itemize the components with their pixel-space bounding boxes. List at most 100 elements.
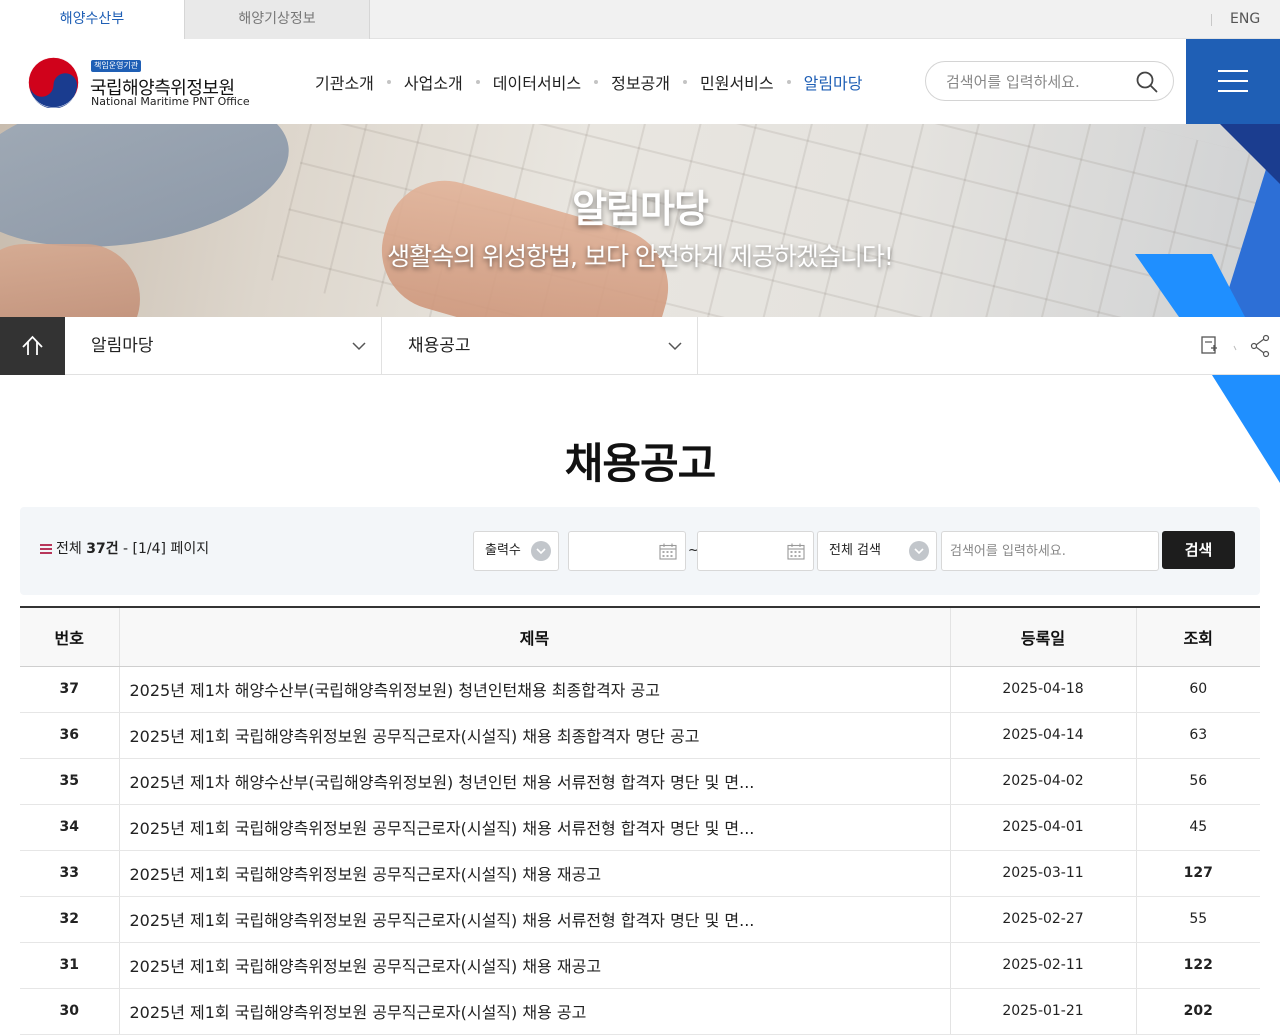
nav-civil-service[interactable]: 민원서비스 xyxy=(685,70,789,94)
row-number: 35 xyxy=(20,758,119,805)
hamburger-icon xyxy=(1218,80,1248,82)
list-icon xyxy=(40,544,52,554)
share-icon[interactable] xyxy=(1250,334,1270,358)
row-title-link[interactable]: 2025년 제1차 해양수산부(국립해양측위정보원) 청년인턴채용 최종합격자 … xyxy=(118,666,950,713)
table-row[interactable]: 37 2025년 제1차 해양수산부(국립해양측위정보원) 청년인턴채용 최종합… xyxy=(20,666,1260,713)
row-number: 36 xyxy=(20,712,119,759)
hero-subtitle: 생활속의 위성항법, 보다 안전하게 제공하겠습니다! xyxy=(387,242,894,271)
column-header-date: 등록일 xyxy=(949,606,1136,667)
nav-disclosure[interactable]: 정보공개 xyxy=(596,70,685,94)
site-header: 책임운영기관 국립해양측위정보원 National Maritime PNT O… xyxy=(0,39,1280,124)
row-date: 2025-02-11 xyxy=(949,942,1136,989)
row-date: 2025-02-27 xyxy=(949,896,1136,943)
total-prefix: 전체 xyxy=(56,541,82,557)
row-hits: 202 xyxy=(1135,988,1260,1035)
nav-business[interactable]: 사업소개 xyxy=(389,70,478,94)
column-header-number: 번호 xyxy=(20,606,119,667)
end-date-field[interactable] xyxy=(697,531,814,571)
row-title-link[interactable]: 2025년 제1회 국립해양측위정보원 공무직근로자(시설직) 채용 재공고 xyxy=(118,942,950,989)
row-hits: 127 xyxy=(1135,850,1260,897)
keyword-field xyxy=(941,531,1159,571)
calendar-icon[interactable] xyxy=(787,543,805,560)
agency-tag: 책임운영기관 xyxy=(91,60,142,72)
page-size-select[interactable]: 출력수 xyxy=(473,531,559,571)
row-number: 30 xyxy=(20,988,119,1035)
breadcrumb-depth2-dropdown[interactable]: 채용공고 xyxy=(382,317,698,375)
row-title-link[interactable]: 2025년 제1차 해양수산부(국립해양측위정보원) 청년인턴 채용 서류전형 … xyxy=(118,758,950,805)
divider xyxy=(1211,14,1212,26)
breadcrumb-depth2-label: 채용공고 xyxy=(408,336,471,356)
row-number: 37 xyxy=(20,666,119,713)
row-title-link[interactable]: 2025년 제1회 국립해양측위정보원 공무직근로자(시설직) 채용 서류전형 … xyxy=(118,896,950,943)
chevron-down-icon xyxy=(668,342,682,351)
table-row[interactable]: 32 2025년 제1회 국립해양측위정보원 공무직근로자(시설직) 채용 서류… xyxy=(20,896,1260,943)
row-date: 2025-04-02 xyxy=(949,758,1136,805)
search-field-select[interactable]: 전체 검색 xyxy=(817,531,937,571)
breadcrumb-depth1-label: 알림마당 xyxy=(91,336,154,356)
row-number: 34 xyxy=(20,804,119,851)
row-number: 32 xyxy=(20,896,119,943)
utility-bar: 해양수산부 해양기상정보 ENG xyxy=(0,0,1280,39)
page-info: - [1/4] 페이지 xyxy=(123,541,210,557)
chevron-down-icon xyxy=(909,541,929,561)
row-date: 2025-04-14 xyxy=(949,712,1136,759)
table-row[interactable]: 35 2025년 제1차 해양수산부(국립해양측위정보원) 청년인턴 채용 서류… xyxy=(20,758,1260,805)
site-logo-english: National Maritime PNT Office xyxy=(91,95,250,108)
header-search xyxy=(925,61,1174,101)
all-menu-button[interactable] xyxy=(1186,39,1280,124)
page-size-label: 출력수 xyxy=(485,543,521,558)
main-navigation: 기관소개 사업소개 데이터서비스 정보공개 민원서비스 알림마당 xyxy=(300,39,878,124)
table-row[interactable]: 34 2025년 제1회 국립해양측위정보원 공무직근로자(시설직) 채용 서류… xyxy=(20,804,1260,851)
row-title-link[interactable]: 2025년 제1회 국립해양측위정보원 공무직근로자(시설직) 채용 최종합격자… xyxy=(118,712,950,759)
row-date: 2025-01-21 xyxy=(949,988,1136,1035)
table-row[interactable]: 31 2025년 제1회 국립해양측위정보원 공무직근로자(시설직) 채용 재공… xyxy=(20,942,1260,989)
start-date-field[interactable] xyxy=(568,531,686,571)
language-english-link[interactable]: ENG xyxy=(1230,0,1260,39)
row-title-link[interactable]: 2025년 제1회 국립해양측위정보원 공무직근로자(시설직) 채용 재공고 xyxy=(118,850,950,897)
row-hits: 45 xyxy=(1135,804,1260,851)
nav-about[interactable]: 기관소개 xyxy=(300,70,389,94)
table-header-row: 번호 제목 등록일 조회 xyxy=(20,606,1260,667)
calendar-icon[interactable] xyxy=(659,543,677,560)
breadcrumb-depth1-dropdown[interactable]: 알림마당 xyxy=(65,317,382,375)
nav-notice[interactable]: 알림마당 xyxy=(789,70,878,94)
search-field-label: 전체 검색 xyxy=(829,543,881,558)
print-icon[interactable] xyxy=(1201,336,1217,354)
keyword-input[interactable] xyxy=(950,540,1150,562)
row-date: 2025-04-18 xyxy=(949,666,1136,713)
total-count-value: 37건 xyxy=(86,541,119,557)
row-number: 33 xyxy=(20,850,119,897)
hero-title: 알림마당 xyxy=(572,187,709,231)
row-hits: 122 xyxy=(1135,942,1260,989)
tab-ministry[interactable]: 해양수산부 xyxy=(0,0,184,39)
nav-data-service[interactable]: 데이터서비스 xyxy=(478,70,596,94)
home-icon xyxy=(22,335,43,355)
hamburger-icon xyxy=(1218,70,1248,72)
row-date: 2025-03-11 xyxy=(949,850,1136,897)
hamburger-icon xyxy=(1218,90,1248,92)
hero-banner: 알림마당 생활속의 위성항법, 보다 안전하게 제공하겠습니다! xyxy=(0,124,1280,317)
location-bar: 알림마당 채용공고 xyxy=(0,317,1280,375)
row-date: 2025-04-01 xyxy=(949,804,1136,851)
board-table: 번호 제목 등록일 조회 37 2025년 제1차 해양수산부(국립해양측위정보… xyxy=(20,606,1260,1035)
header-search-input[interactable] xyxy=(946,71,1126,93)
chevron-down-icon xyxy=(352,342,366,351)
home-button[interactable] xyxy=(0,317,65,375)
table-row[interactable]: 36 2025년 제1회 국립해양측위정보원 공무직근로자(시설직) 채용 최종… xyxy=(20,712,1260,759)
row-number: 31 xyxy=(20,942,119,989)
table-row[interactable]: 30 2025년 제1회 국립해양측위정보원 공무직근로자(시설직) 채용 공고… xyxy=(20,988,1260,1035)
search-icon[interactable] xyxy=(1135,70,1159,94)
tab-marine-weather[interactable]: 해양기상정보 xyxy=(184,0,370,39)
search-button[interactable]: 검색 xyxy=(1162,531,1235,569)
page-tools xyxy=(1201,334,1270,358)
column-header-title: 제목 xyxy=(118,606,950,667)
table-row[interactable]: 33 2025년 제1회 국립해양측위정보원 공무직근로자(시설직) 채용 재공… xyxy=(20,850,1260,897)
taegeuk-emblem-icon[interactable] xyxy=(28,57,79,108)
column-header-hits: 조회 xyxy=(1135,606,1260,667)
row-hits: 63 xyxy=(1135,712,1260,759)
total-count: 전체 37건 - [1/4] 페이지 xyxy=(40,507,209,591)
row-title-link[interactable]: 2025년 제1회 국립해양측위정보원 공무직근로자(시설직) 채용 공고 xyxy=(118,988,950,1035)
row-title-link[interactable]: 2025년 제1회 국립해양측위정보원 공무직근로자(시설직) 채용 서류전형 … xyxy=(118,804,950,851)
row-hits: 60 xyxy=(1135,666,1260,713)
page-title: 채용공고 xyxy=(564,439,717,488)
